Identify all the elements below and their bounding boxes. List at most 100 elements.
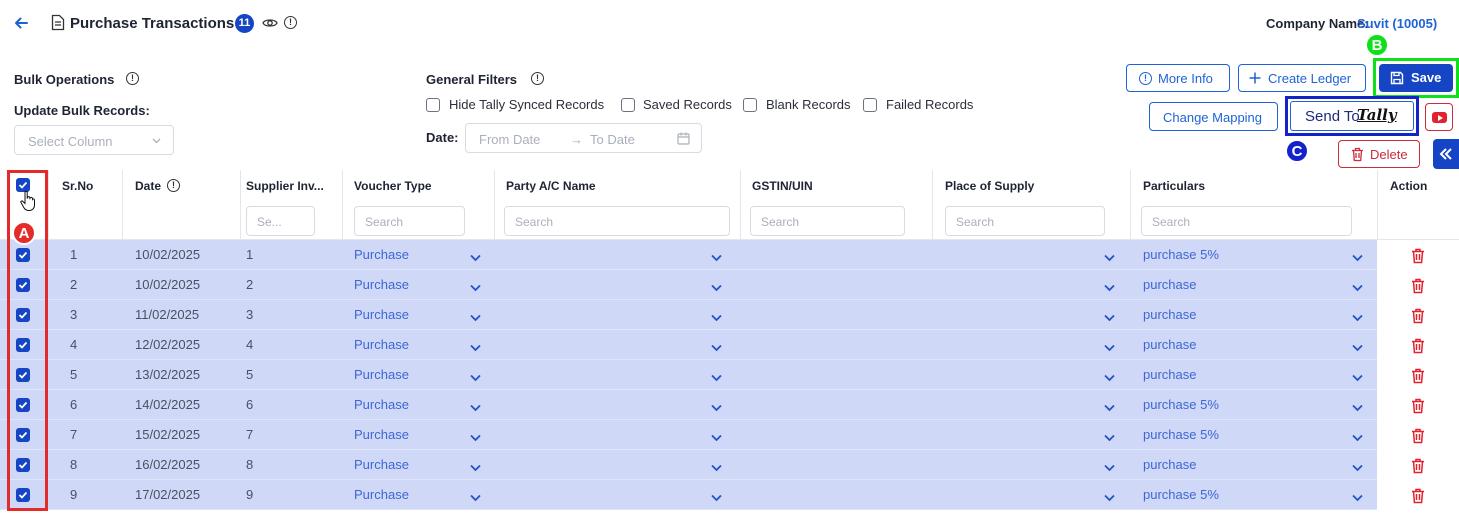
cell-date[interactable]: 16/02/2025 <box>135 457 200 472</box>
cell-voucher-type[interactable]: Purchase <box>354 397 409 412</box>
chevron-down-icon[interactable] <box>1104 430 1115 442</box>
col-header-place-of-supply[interactable]: Place of Supply <box>945 179 1034 193</box>
chevron-down-icon[interactable] <box>470 340 481 352</box>
trash-icon[interactable] <box>1411 458 1425 474</box>
chevron-down-icon[interactable] <box>1352 490 1363 502</box>
cell-particulars[interactable]: purchase <box>1143 457 1196 472</box>
table-row[interactable]: 4 12/02/2025 4 Purchase purchase <box>0 330 1459 360</box>
company-name-link[interactable]: Suvit (10005) <box>1357 16 1437 31</box>
chevron-down-icon[interactable] <box>1104 280 1115 292</box>
cell-particulars[interactable]: purchase <box>1143 367 1196 382</box>
chevron-down-icon[interactable] <box>1352 430 1363 442</box>
from-date-input[interactable]: From Date <box>479 132 540 147</box>
table-row[interactable]: 8 16/02/2025 8 Purchase purchase <box>0 450 1459 480</box>
cell-voucher-type[interactable]: Purchase <box>354 307 409 322</box>
chevron-down-icon[interactable] <box>1352 310 1363 322</box>
trash-icon[interactable] <box>1411 248 1425 264</box>
blank-records-checkbox[interactable] <box>743 98 757 112</box>
cell-voucher-type[interactable]: Purchase <box>354 487 409 502</box>
chevron-down-icon[interactable] <box>1352 280 1363 292</box>
title-info-icon[interactable]: ! <box>284 16 297 29</box>
place-of-supply-search[interactable]: Search <box>945 206 1105 236</box>
table-row[interactable]: 9 17/02/2025 9 Purchase purchase 5% <box>0 480 1459 510</box>
change-mapping-button[interactable]: Change Mapping <box>1149 102 1278 131</box>
chevron-down-icon[interactable] <box>1352 250 1363 262</box>
chevron-down-icon[interactable] <box>1104 340 1115 352</box>
cell-supplier-invoice[interactable]: 4 <box>246 337 253 352</box>
send-to-tally-button[interactable]: Send To Tally <box>1290 101 1414 131</box>
chevron-down-icon[interactable] <box>470 400 481 412</box>
cell-particulars[interactable]: purchase <box>1143 307 1196 322</box>
chevron-down-icon[interactable] <box>470 310 481 322</box>
table-row[interactable]: 1 10/02/2025 1 Purchase purchase 5% <box>0 240 1459 270</box>
delete-button[interactable]: Delete <box>1338 140 1420 168</box>
cell-supplier-invoice[interactable]: 2 <box>246 277 253 292</box>
create-ledger-button[interactable]: Create Ledger <box>1238 64 1366 92</box>
cell-particulars[interactable]: purchase 5% <box>1143 247 1219 262</box>
chevron-down-icon[interactable] <box>1104 250 1115 262</box>
chevron-down-icon[interactable] <box>711 460 722 472</box>
trash-icon[interactable] <box>1411 428 1425 444</box>
chevron-down-icon[interactable] <box>711 280 722 292</box>
particulars-search[interactable]: Search <box>1141 206 1352 236</box>
chevron-down-icon[interactable] <box>470 490 481 502</box>
cell-supplier-invoice[interactable]: 7 <box>246 427 253 442</box>
cell-date[interactable]: 13/02/2025 <box>135 367 200 382</box>
chevron-down-icon[interactable] <box>711 430 722 442</box>
cell-supplier-invoice[interactable]: 9 <box>246 487 253 502</box>
select-column-dropdown[interactable]: Select Column <box>14 125 174 155</box>
cell-supplier-invoice[interactable]: 8 <box>246 457 253 472</box>
bulk-info-icon[interactable]: ! <box>126 72 139 85</box>
back-arrow-icon[interactable] <box>12 14 30 32</box>
cell-voucher-type[interactable]: Purchase <box>354 277 409 292</box>
eye-icon[interactable] <box>262 16 278 30</box>
cell-particulars[interactable]: purchase 5% <box>1143 397 1219 412</box>
table-row[interactable]: 2 10/02/2025 2 Purchase purchase <box>0 270 1459 300</box>
chevron-down-icon[interactable] <box>1352 370 1363 382</box>
chevron-down-icon[interactable] <box>1352 400 1363 412</box>
cell-voucher-type[interactable]: Purchase <box>354 367 409 382</box>
chevron-down-icon[interactable] <box>470 460 481 472</box>
cell-date[interactable]: 12/02/2025 <box>135 337 200 352</box>
chevron-down-icon[interactable] <box>1352 460 1363 472</box>
col-header-gstin[interactable]: GSTIN/UIN <box>752 179 813 193</box>
chevron-down-icon[interactable] <box>1104 460 1115 472</box>
chevron-down-icon[interactable] <box>470 280 481 292</box>
supplier-invoice-search[interactable]: Se... <box>246 206 315 236</box>
col-header-particulars[interactable]: Particulars <box>1143 179 1205 193</box>
chevron-down-icon[interactable] <box>1104 490 1115 502</box>
collapse-panel-button[interactable] <box>1433 139 1459 169</box>
saved-records-checkbox[interactable] <box>621 98 635 112</box>
chevron-down-icon[interactable] <box>470 370 481 382</box>
date-info-icon[interactable]: ! <box>167 179 180 192</box>
voucher-type-search[interactable]: Search <box>354 206 465 236</box>
trash-icon[interactable] <box>1411 488 1425 504</box>
chevron-down-icon[interactable] <box>711 400 722 412</box>
cell-date[interactable]: 15/02/2025 <box>135 427 200 442</box>
party-name-search[interactable]: Search <box>504 206 730 236</box>
col-header-date[interactable]: Date <box>135 179 161 193</box>
cell-supplier-invoice[interactable]: 3 <box>246 307 253 322</box>
more-info-button[interactable]: ! More Info <box>1126 64 1230 92</box>
table-row[interactable]: 6 14/02/2025 6 Purchase purchase 5% <box>0 390 1459 420</box>
cell-date[interactable]: 10/02/2025 <box>135 247 200 262</box>
filters-info-icon[interactable]: ! <box>531 72 544 85</box>
trash-icon[interactable] <box>1411 338 1425 354</box>
cell-supplier-invoice[interactable]: 1 <box>246 247 253 262</box>
chevron-down-icon[interactable] <box>470 430 481 442</box>
chevron-down-icon[interactable] <box>711 370 722 382</box>
cell-particulars[interactable]: purchase 5% <box>1143 487 1219 502</box>
cell-voucher-type[interactable]: Purchase <box>354 247 409 262</box>
col-header-srno[interactable]: Sr.No <box>62 179 93 193</box>
cell-voucher-type[interactable]: Purchase <box>354 337 409 352</box>
cell-date[interactable]: 11/02/2025 <box>135 307 199 322</box>
table-row[interactable]: 5 13/02/2025 5 Purchase purchase <box>0 360 1459 390</box>
cell-supplier-invoice[interactable]: 5 <box>246 367 253 382</box>
cell-particulars[interactable]: purchase 5% <box>1143 427 1219 442</box>
chevron-down-icon[interactable] <box>711 310 722 322</box>
chevron-down-icon[interactable] <box>1104 310 1115 322</box>
cell-supplier-invoice[interactable]: 6 <box>246 397 253 412</box>
save-button[interactable]: Save <box>1379 64 1453 92</box>
trash-icon[interactable] <box>1411 398 1425 414</box>
chevron-down-icon[interactable] <box>1104 370 1115 382</box>
